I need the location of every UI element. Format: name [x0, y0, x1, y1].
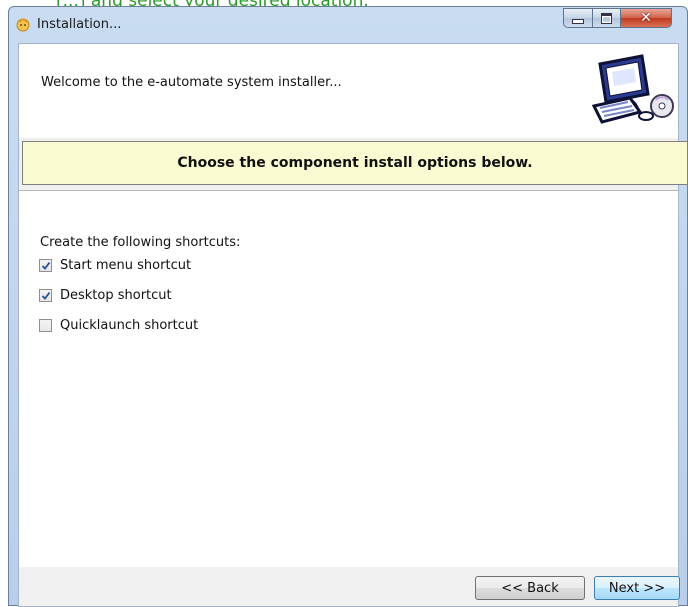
next-button[interactable]: Next >> [594, 576, 680, 600]
desktop-shortcut-checkbox[interactable] [39, 289, 52, 302]
quicklaunch-shortcut-checkbox[interactable] [39, 319, 52, 332]
installer-app-icon [16, 18, 30, 32]
maximize-button[interactable] [592, 8, 621, 28]
start-menu-shortcut-label[interactable]: Start menu shortcut [60, 258, 191, 273]
maximize-icon [601, 12, 612, 24]
start-menu-shortcut-checkbox[interactable] [39, 259, 52, 272]
back-button[interactable]: << Back [475, 576, 585, 600]
header-panel: Welcome to the e-automate system install… [19, 44, 678, 138]
quicklaunch-shortcut-option[interactable]: Quicklaunch shortcut [39, 318, 198, 333]
window-title: Installation... [37, 17, 122, 32]
minimize-icon [572, 19, 584, 24]
instruction-text: Choose the component install options bel… [177, 155, 533, 171]
title-bar[interactable]: Installation... ✕ [9, 7, 687, 39]
checkmark-icon [41, 291, 51, 300]
options-panel: Create the following shortcuts: Start me… [19, 190, 678, 568]
installer-window: Installation... ✕ Welcome to the e-autom… [8, 6, 688, 607]
shortcuts-label: Create the following shortcuts: [40, 235, 241, 250]
checkmark-icon [41, 261, 51, 270]
welcome-text: Welcome to the e-automate system install… [41, 75, 342, 90]
close-button[interactable]: ✕ [620, 8, 672, 28]
button-bar: << Back Next >> [19, 567, 680, 606]
start-menu-shortcut-option[interactable]: Start menu shortcut [39, 258, 191, 273]
instruction-banner: Choose the component install options bel… [22, 141, 688, 185]
minimize-button[interactable] [563, 8, 593, 28]
dialog-client-area: Welcome to the e-automate system install… [18, 43, 688, 607]
quicklaunch-shortcut-label[interactable]: Quicklaunch shortcut [60, 318, 198, 333]
computer-with-cd-icon [591, 54, 674, 124]
desktop-shortcut-option[interactable]: Desktop shortcut [39, 288, 172, 303]
close-icon: ✕ [640, 10, 652, 26]
desktop-shortcut-label[interactable]: Desktop shortcut [60, 288, 172, 303]
